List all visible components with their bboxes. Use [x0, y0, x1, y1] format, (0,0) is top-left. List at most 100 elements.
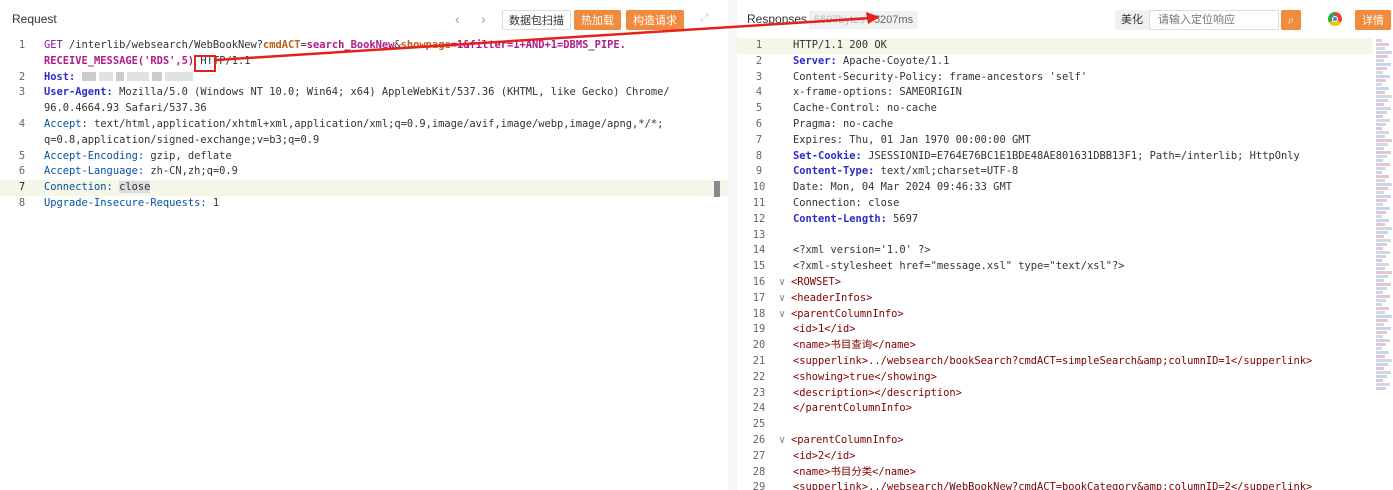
line-number [0, 133, 44, 149]
minimap-row [1376, 115, 1383, 118]
minimap-row [1376, 215, 1382, 218]
minimap-row [1376, 143, 1388, 146]
minimap-row [1376, 263, 1389, 266]
line-number: 1 [18, 39, 26, 51]
minimap-row [1376, 387, 1386, 390]
minimap-row [1376, 291, 1383, 294]
response-time: / 5207ms [867, 14, 914, 26]
minimap-row [1376, 87, 1389, 90]
code-line: 5 Accept-Encoding: gzip, deflate [0, 149, 728, 165]
minimap-row [1376, 271, 1392, 274]
chevron-right-icon[interactable]: › [481, 11, 486, 27]
line-number: 26 [752, 433, 766, 446]
code-line: 24 </parentColumnInfo> [737, 401, 1373, 417]
packet-scan-button[interactable]: 数据包扫描 [502, 10, 571, 30]
minimap-row [1376, 99, 1388, 102]
minimap-row [1376, 203, 1383, 206]
minimap-row [1376, 267, 1385, 270]
minimap-row [1376, 111, 1387, 114]
redacted-block [115, 72, 124, 82]
locate-response-input[interactable] [1149, 10, 1279, 30]
code-line: 16 ∨ <ROWSET> [737, 275, 1373, 291]
minimap-row [1376, 155, 1387, 158]
minimap-row [1376, 211, 1386, 214]
code-line: 7 Expires: Thu, 01 Jan 1970 00:00:00 GMT [737, 133, 1373, 149]
header-key: Set-Cookie: [793, 149, 862, 162]
minimap-row [1376, 207, 1390, 210]
minimap-row [1376, 231, 1388, 234]
code-line: 1 GET /interlib/websearch/WebBookNew?cmd… [0, 38, 728, 54]
minimap-row [1376, 239, 1391, 242]
code-line: 4 Accept: text/html,application/xhtml+xm… [0, 117, 728, 133]
selected-text: close [119, 181, 151, 194]
line-number: 9 [755, 165, 763, 178]
minimap-row [1376, 147, 1384, 150]
pane-divider[interactable] [728, 0, 737, 490]
line-number: 8 [18, 196, 26, 209]
details-button[interactable]: 详情 [1355, 10, 1391, 30]
minimap-row [1376, 127, 1382, 130]
code-line: 10 Date: Mon, 04 Mar 2024 09:46:33 GMT [737, 180, 1373, 196]
minimap-row [1376, 235, 1384, 238]
header-key: Upgrade-Insecure-Requests: [44, 196, 207, 209]
code-line: 11 Connection: close [737, 196, 1373, 212]
fold-chevron-icon[interactable]: ∨ [779, 307, 791, 323]
minimap-row [1376, 371, 1391, 374]
line-number: 29 [752, 481, 766, 490]
request-editor[interactable]: 1 GET /interlib/websearch/WebBookNew?cmd… [0, 38, 728, 212]
minimap-row [1376, 303, 1382, 306]
response-editor[interactable]: 1 HTTP/1.1 200 OK 2 Server: Apache-Coyote/1… [737, 38, 1373, 490]
header-value: 1 [212, 196, 220, 209]
line-number: 10 [752, 181, 766, 194]
beautify-button[interactable]: 美化 [1115, 10, 1149, 30]
header-value: gzip, deflate [150, 149, 232, 162]
line-number [0, 101, 44, 117]
minimap-row [1376, 251, 1390, 254]
expand-icon[interactable]: ⤢ [700, 12, 709, 25]
code-line: 15 <?xml-stylesheet href="message.xsl" ty… [737, 259, 1373, 275]
code-line: 8 Upgrade-Insecure-Requests: 1 [0, 196, 728, 212]
minimap-row [1376, 119, 1390, 122]
line-number: 21 [752, 354, 766, 367]
minimap-row [1376, 75, 1390, 78]
minimap-row [1376, 163, 1390, 166]
minimap-row [1376, 183, 1392, 186]
chrome-icon[interactable] [1328, 12, 1342, 26]
xml-tag: <supperlink>../websearch/bookSearch?cmdA… [793, 354, 1313, 367]
hot-load-button[interactable]: 热加载 [574, 10, 621, 30]
xml-tag: <headerInfos> [791, 291, 873, 304]
line-number: 2 [755, 54, 763, 67]
response-title: Responses [747, 12, 808, 26]
line-number: 7 [755, 133, 763, 146]
fold-chevron-icon[interactable]: ∨ [779, 291, 791, 307]
line-number: 27 [752, 449, 766, 462]
header-value: 5697 [886, 212, 919, 225]
response-text: Cache-Control: no-cache [793, 102, 937, 115]
chevron-left-icon[interactable]: ‹ [455, 11, 460, 27]
search-icon[interactable]: ⌕ [1281, 10, 1301, 30]
line-number: 1 [755, 39, 763, 51]
build-request-button[interactable]: 构造请求 [626, 10, 684, 30]
xml-tag: <ROWSET> [791, 275, 842, 288]
fold-chevron-icon[interactable]: ∨ [779, 275, 791, 291]
minimap-row [1376, 39, 1382, 42]
scroll-thumb[interactable] [714, 181, 720, 197]
code-line: 27 <id>2</id> [737, 449, 1373, 465]
code-line: 3 User-Agent: Mozilla/5.0 (Windows NT 10… [0, 85, 728, 101]
minimap-row [1376, 319, 1388, 322]
response-text: HTTP/1.1 200 OK [793, 39, 887, 51]
code-line: 1 HTTP/1.1 200 OK [737, 38, 1373, 54]
fold-chevron-icon[interactable]: ∨ [779, 433, 791, 449]
minimap-row [1376, 43, 1389, 46]
code-line: 12 Content-Length: 5697 [737, 212, 1373, 228]
code-minimap[interactable] [1375, 38, 1393, 398]
minimap-row [1376, 375, 1387, 378]
code-line: 6 Accept-Language: zh-CN,zh;q=0.9 [0, 164, 728, 180]
minimap-row [1376, 295, 1390, 298]
header-value: text/html,application/xhtml+xml,applicat… [94, 117, 664, 130]
minimap-row [1376, 227, 1392, 230]
minimap-row [1376, 299, 1386, 302]
request-title: Request [12, 12, 57, 26]
line-number: 6 [755, 117, 763, 130]
header-value: q=0.8,application/signed-exchange;v=b3;q… [44, 133, 320, 146]
